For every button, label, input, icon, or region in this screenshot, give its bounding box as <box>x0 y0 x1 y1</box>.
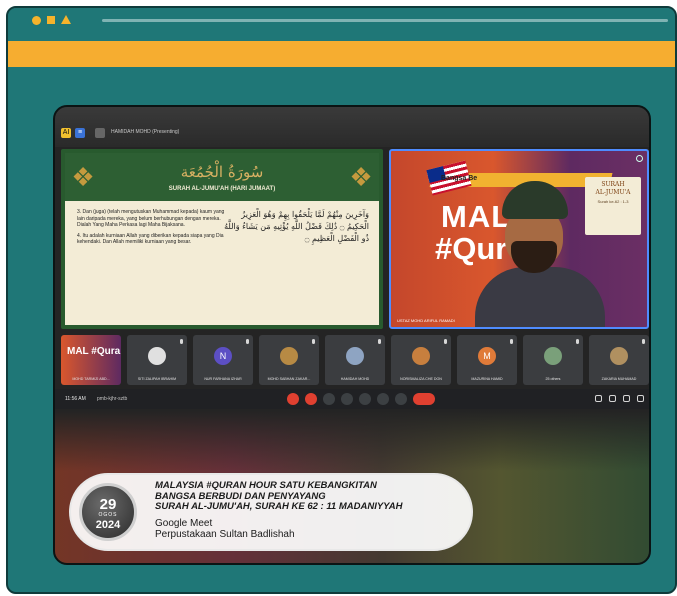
participant-tile[interactable]: HAMIDAH MOHD <box>325 335 385 385</box>
participant-name: MAZURINA HAMID <box>471 377 503 381</box>
mic-off-icon <box>444 339 447 344</box>
headline-line1: MALAYSIA #QURAN HOUR SATU KEBANGKITAN <box>155 480 377 491</box>
date-year: 2024 <box>95 519 121 531</box>
caption-organizer: Perpustakaan Sultan Badlishah <box>155 529 295 540</box>
verse-translation: 3. Dan (juga) (telah mengutuskan Muhamma… <box>77 209 227 250</box>
presenting-label: HAMIDAH MOHD (Presenting) <box>111 129 180 135</box>
avatar <box>610 347 628 365</box>
participant-name: ZAKARIA MUHAMAD <box>601 377 637 381</box>
mic-off-icon <box>378 339 381 344</box>
mic-off-icon <box>246 339 249 344</box>
participant-tile[interactable]: 25 others <box>523 335 583 385</box>
more-options-button[interactable] <box>395 393 407 405</box>
caption-platform: Google Meet <box>155 518 213 529</box>
square-control-icon[interactable] <box>47 16 55 24</box>
participant-name: 25 others <box>545 377 561 381</box>
participant-tile[interactable]: SITI ZALIPAH IBRAHIM <box>127 335 187 385</box>
participant-name: HAMIDAH MOHD <box>340 377 370 381</box>
participant-name: MOHD SABHAN ZAKAR... <box>267 377 311 381</box>
title-bar <box>8 8 675 34</box>
pin-icon[interactable] <box>636 155 643 162</box>
participant-name: MOHD TARMIZI ABD... <box>72 377 110 381</box>
verse-3: 3. Dan (juga) (telah mengutuskan Muhamma… <box>77 209 225 228</box>
participant-tile[interactable]: MAL #Qura MOHD TARMIZI ABD... <box>61 335 121 385</box>
raise-hand-button[interactable] <box>377 393 389 405</box>
mic-off-icon <box>642 339 645 344</box>
verse-4: 4. Itu adalah kurniaan Allah yang diberi… <box>77 232 224 246</box>
meeting-time: 11:56 AM <box>65 396 86 402</box>
caption-headline: MALAYSIA #QURAN HOUR SATU KEBANGKITAN BA… <box>155 480 403 513</box>
avatar: M <box>478 347 496 365</box>
participant-name: NUR FARHANA IZHAR <box>204 377 242 381</box>
avatar <box>148 347 166 365</box>
captions-button[interactable] <box>323 393 335 405</box>
avatar: N <box>214 347 232 365</box>
mic-off-icon <box>576 339 579 344</box>
date-badge: 29 OGOS 2024 <box>79 483 137 541</box>
participant-name: SITI ZALIPAH IBRAHIM <box>137 377 177 381</box>
address-bar[interactable] <box>102 19 668 22</box>
shadow-overlay <box>55 411 649 471</box>
date-month: OGOS <box>98 512 118 518</box>
participant-tile[interactable]: N NUR FARHANA IZHAR <box>193 335 253 385</box>
mic-off-icon <box>510 339 513 344</box>
participant-strip: MAL #Qura MOHD TARMIZI ABD... SITI ZALIP… <box>61 335 649 385</box>
triangle-control-icon[interactable] <box>61 15 71 24</box>
speaker-video <box>475 181 605 327</box>
self-banner-text: MAL #Qura <box>67 346 121 357</box>
speaker-name: USTAZ MOHD ARIFUL RAMADI <box>397 318 455 323</box>
headline-line3: SURAH AL-JUMU'AH, SURAH KE 62 : 11 MADAN… <box>155 501 403 512</box>
present-button[interactable] <box>359 393 371 405</box>
mic-button[interactable] <box>287 393 299 405</box>
app-icon[interactable]: ≡ <box>75 128 85 138</box>
participant-tile[interactable]: NORISMALIZA CHE DON <box>391 335 451 385</box>
info-icon[interactable] <box>595 395 602 402</box>
emoji-button[interactable] <box>341 393 353 405</box>
end-call-button[interactable] <box>413 393 435 405</box>
meeting-control-bar: 11:56 AM pmb-kjhr-sztb <box>55 389 649 409</box>
avatar <box>280 347 298 365</box>
mic-off-icon <box>312 339 315 344</box>
surah-title: SURAH AL-JUMU'AH (HARI JUMAAT) <box>168 186 276 192</box>
meeting-screenshot: AI ≡ HAMIDAH MOHD (Presenting) ❖ ❖ سُورَ… <box>53 105 651 565</box>
chat-icon[interactable] <box>623 395 630 402</box>
window-frame: AI ≡ HAMIDAH MOHD (Presenting) ❖ ❖ سُورَ… <box>6 6 677 594</box>
app-icon[interactable]: AI <box>61 128 71 138</box>
participant-tile[interactable]: M MAZURINA HAMID <box>457 335 517 385</box>
activities-icon[interactable] <box>637 395 644 402</box>
participant-tile[interactable]: MOHD SABHAN ZAKAR... <box>259 335 319 385</box>
banner-small-text: Bangsa Be <box>441 175 478 182</box>
header-band <box>8 41 675 67</box>
meeting-code: pmb-kjhr-sztb <box>97 396 128 402</box>
circle-control-icon[interactable] <box>32 16 41 25</box>
participant-tile[interactable]: ZAKARIA MUHAMAD <box>589 335 649 385</box>
people-icon[interactable] <box>609 395 616 402</box>
speaker-tile[interactable]: Bangsa Be MAL A #Qur ur SURAH AL-JUMU'A … <box>389 149 649 329</box>
surah-arabic-title: سُورَةُ الْجُمُعَة <box>180 163 264 181</box>
shared-slide: ❖ ❖ سُورَةُ الْجُمُعَة SURAH AL-JUMU'AH … <box>61 149 383 329</box>
mic-off-icon <box>180 339 183 344</box>
avatar <box>346 347 364 365</box>
avatar <box>412 347 430 365</box>
present-icon <box>95 128 105 138</box>
lower-third-caption: 29 OGOS 2024 MALAYSIA #QURAN HOUR SATU K… <box>69 473 473 551</box>
participant-name: NORISMALIZA CHE DON <box>400 377 442 381</box>
camera-button[interactable] <box>305 393 317 405</box>
verse-arabic: وَآخَرِينَ مِنْهُمْ لَمَّا يَلْحَقُوا بِ… <box>224 210 369 243</box>
meet-top-bar: AI ≡ HAMIDAH MOHD (Presenting) <box>55 107 649 147</box>
date-day: 29 <box>99 496 117 513</box>
avatar <box>544 347 562 365</box>
slide-header: ❖ ❖ سُورَةُ الْجُمُعَة SURAH AL-JUMU'AH … <box>65 153 379 201</box>
